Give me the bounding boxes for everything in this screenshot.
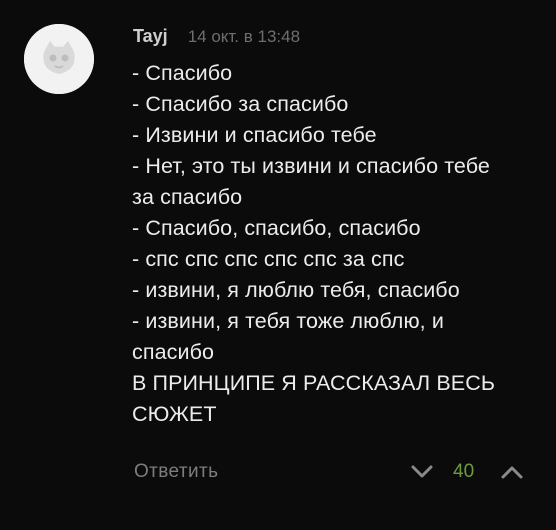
comment-line: - спс спс спс спс спс за спс [132,247,405,271]
vote-up-button[interactable] [500,462,524,482]
vote-down-button[interactable] [410,462,434,482]
comment-line: - извини, я люблю тебя, спасибо [132,278,460,302]
comment-header: Tayj 14 окт. в 13:48 [133,26,300,52]
comment-line: - Нет, это ты извини и спасибо тебе [132,154,490,178]
default-avatar-icon [24,24,94,94]
reply-button[interactable]: Ответить [134,461,218,483]
comment-line: СЮЖЕТ [132,402,217,426]
comment-line: - извини, я тебя тоже люблю, и [132,309,444,333]
comment-line: - Извини и спасибо тебе [132,123,377,147]
comment-line: - Спасибо [132,61,233,85]
comment-footer: Ответить 40 [0,454,556,494]
comment-text: - Спасибо - Спасибо за спасибо - Извини … [132,58,542,430]
chevron-down-icon [411,465,433,478]
username[interactable]: Tayj [133,26,168,47]
comment-line: спасибо [132,340,215,364]
comment-line: - Спасибо, спасибо, спасибо [132,216,421,240]
comment-line: за спасибо [132,185,243,209]
chevron-up-icon [501,466,523,479]
comment-line: В ПРИНЦИПЕ Я РАССКАЗАЛ ВЕСЬ [132,371,496,395]
avatar[interactable] [24,24,94,94]
comment-line: - Спасибо за спасибо [132,92,349,116]
timestamp[interactable]: 14 окт. в 13:48 [188,27,300,47]
score: 40 [453,461,475,482]
